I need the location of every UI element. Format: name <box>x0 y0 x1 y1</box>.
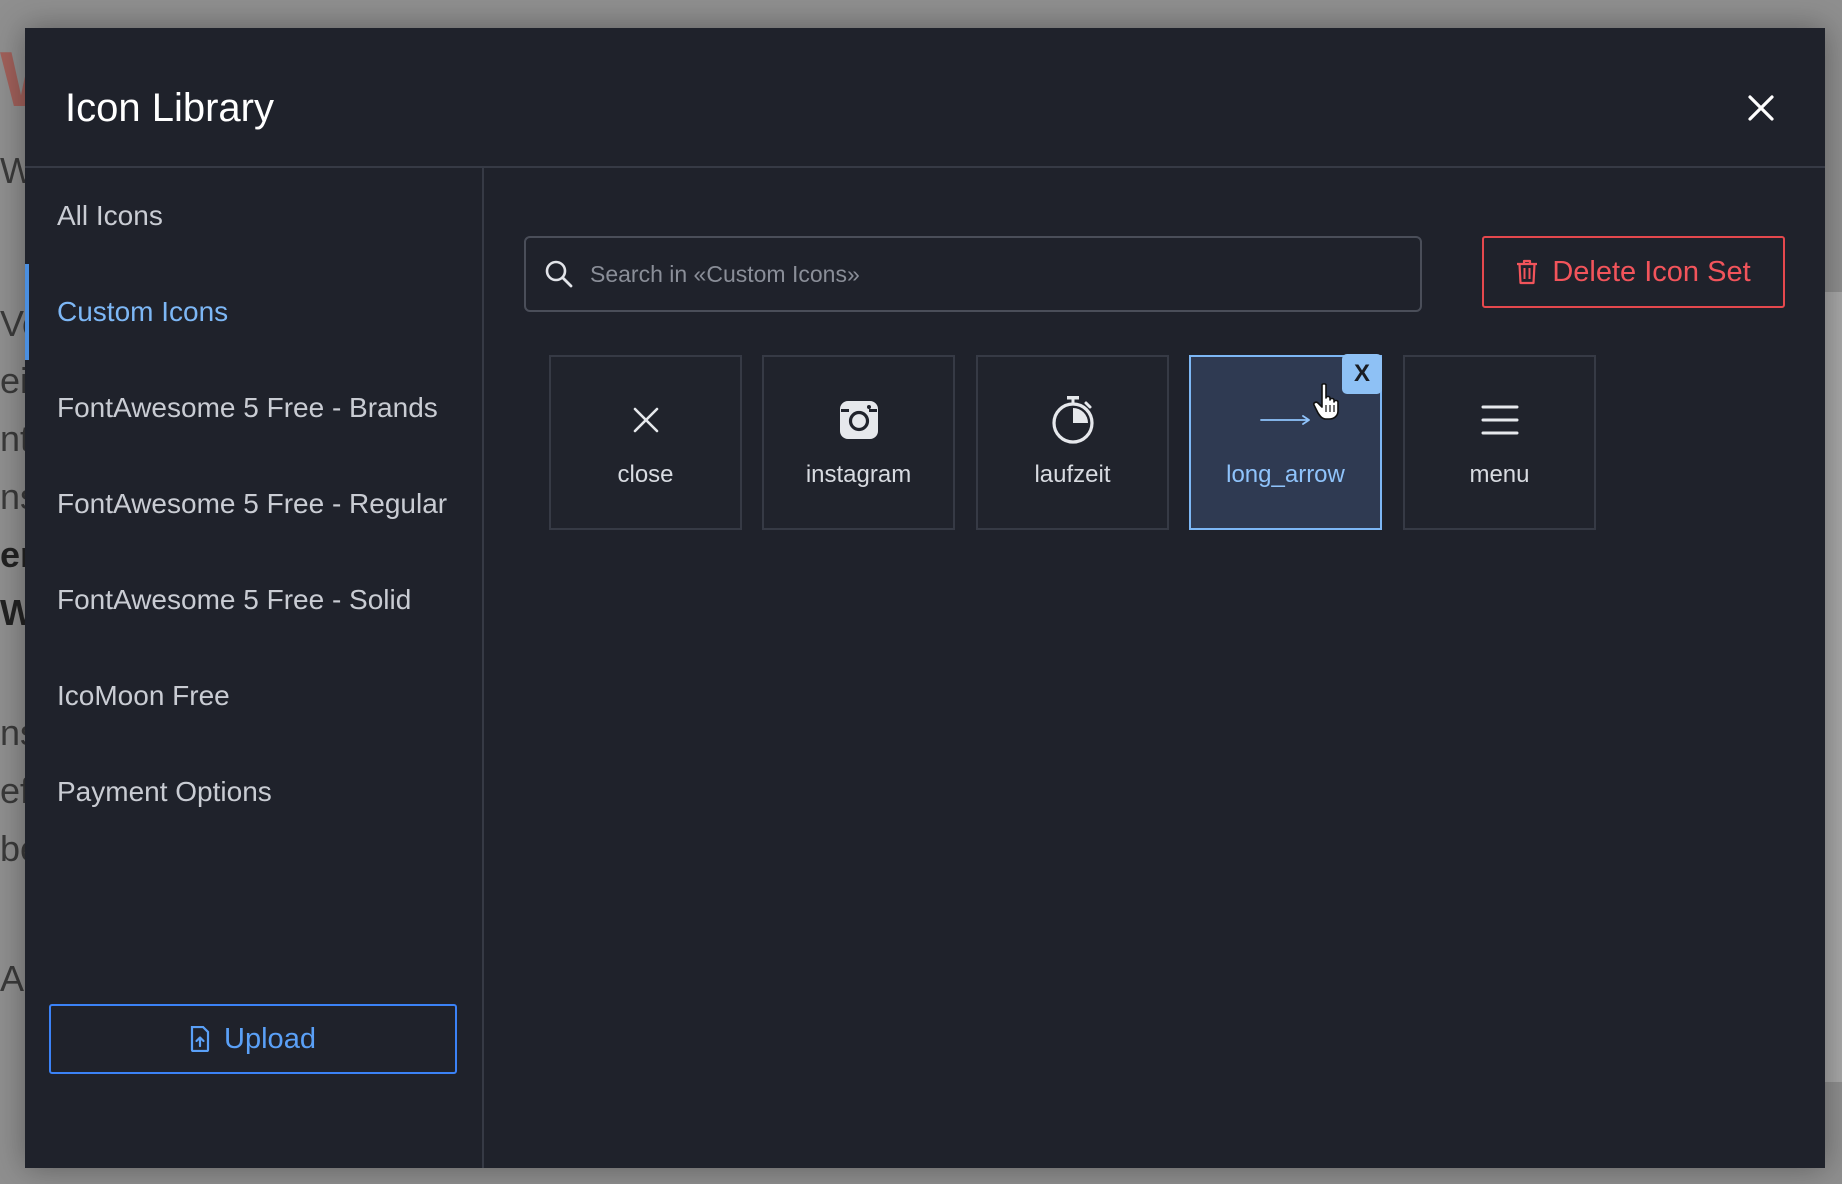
hand-cursor-icon <box>1313 383 1339 420</box>
sidebar-item-payment-options[interactable]: Payment Options <box>25 744 482 840</box>
icon-tile-label: instagram <box>805 461 912 488</box>
instagram-icon <box>839 401 878 439</box>
sidebar-item-fontawesome-solid[interactable]: FontAwesome 5 Free - Solid <box>25 552 482 648</box>
icon-tile-long-arrow[interactable]: long_arrow X <box>1189 354 1382 530</box>
search-input[interactable] <box>588 259 1392 289</box>
sidebar-item-fontawesome-regular[interactable]: FontAwesome 5 Free - Regular <box>25 456 482 552</box>
sidebar-item-custom-icons[interactable]: Custom Icons <box>25 264 482 360</box>
menu-icon <box>1481 405 1518 435</box>
close-modal-button[interactable] <box>1733 80 1789 136</box>
upload-button[interactable]: Upload <box>49 1004 457 1074</box>
trash-icon <box>1517 259 1538 285</box>
icon-tile-label: menu <box>1469 461 1530 488</box>
sidebar-item-all-icons[interactable]: All Icons <box>25 168 482 264</box>
icon-tile-close[interactable]: close <box>549 355 742 530</box>
long-arrow-icon <box>1259 415 1310 425</box>
icon-tile-menu[interactable]: menu <box>1403 355 1596 530</box>
sidebar-item-fontawesome-brands[interactable]: FontAwesome 5 Free - Brands <box>25 360 482 456</box>
bg-scroll-strip <box>1822 292 1842 1082</box>
upload-label: Upload <box>224 1022 316 1055</box>
icon-set-sidebar: All Icons Custom Icons FontAwesome 5 Fre… <box>25 168 484 1168</box>
delete-icon-set-button[interactable]: Delete Icon Set <box>1482 236 1785 308</box>
icon-tile-label: long_arrow <box>1226 461 1345 488</box>
icon-tile-laufzeit[interactable]: laufzeit <box>976 355 1169 530</box>
stopwatch-icon <box>1051 396 1094 444</box>
search-icon <box>545 260 573 288</box>
search-field[interactable] <box>524 236 1422 312</box>
remove-icon-button[interactable]: X <box>1342 354 1382 394</box>
icon-tile-label: laufzeit <box>1034 461 1111 488</box>
sidebar-item-icomoon-free[interactable]: IcoMoon Free <box>25 648 482 744</box>
icon-tile-instagram[interactable]: instagram <box>762 355 955 530</box>
icon-tile-label: close <box>617 461 674 488</box>
close-icon <box>633 407 658 433</box>
modal-header: Icon Library <box>25 28 1825 168</box>
close-icon <box>1748 95 1774 121</box>
modal-title: Icon Library <box>65 86 274 130</box>
file-upload-icon <box>190 1026 210 1052</box>
delete-icon-set-label: Delete Icon Set <box>1552 255 1751 288</box>
icon-library-modal: Icon Library All Icons Custom Icons Font… <box>25 28 1825 1168</box>
icon-content-area: Delete Icon Set close instagram <box>484 168 1825 1168</box>
